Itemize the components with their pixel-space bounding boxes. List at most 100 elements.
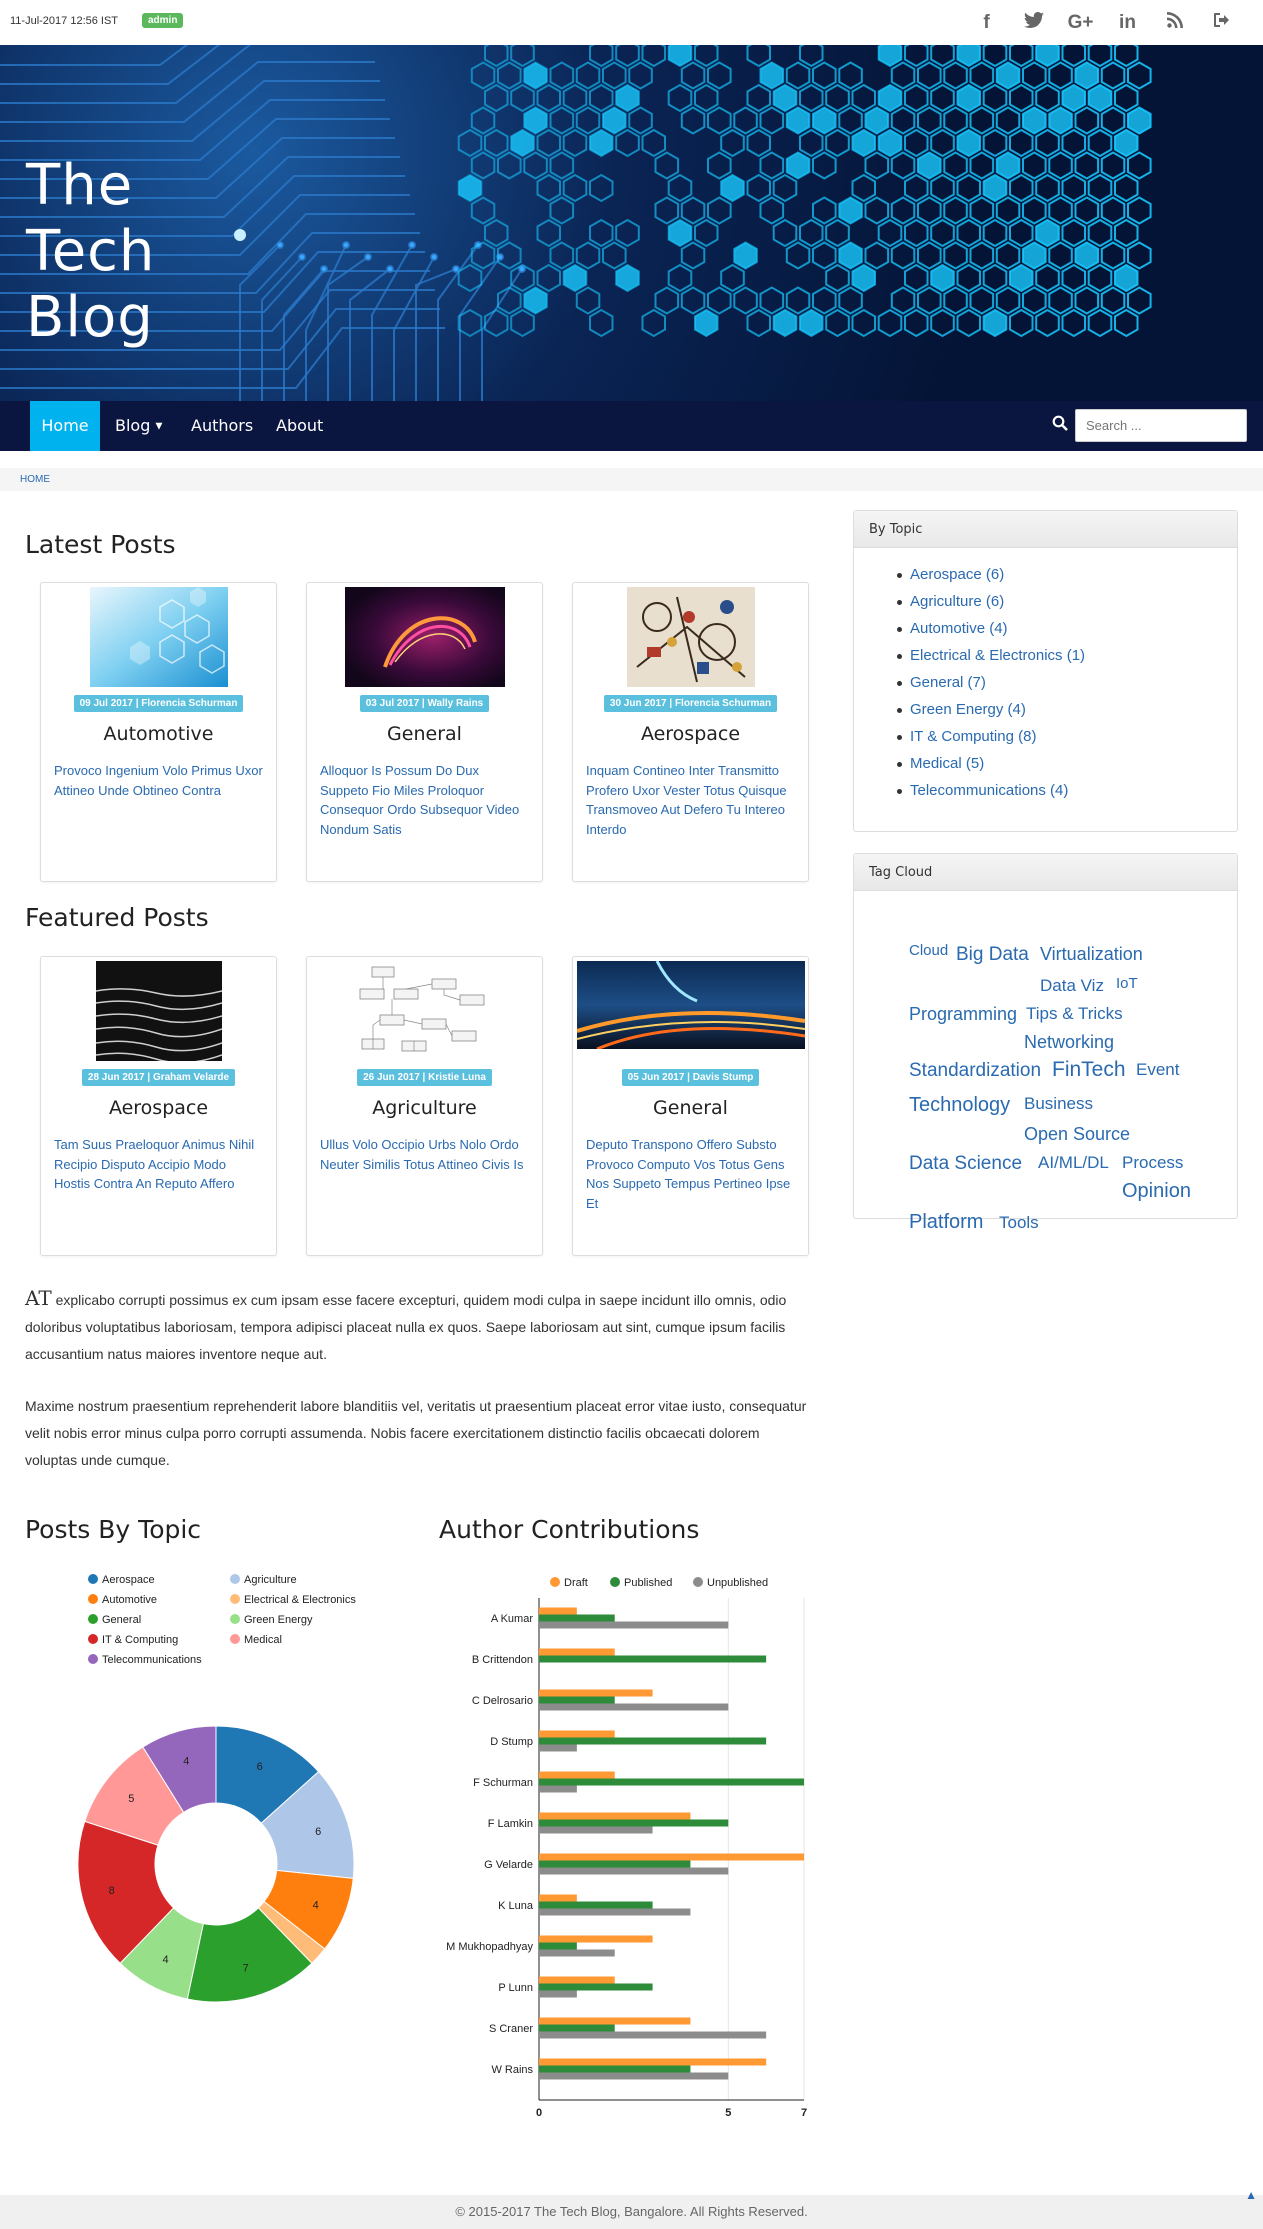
- legend-swatch: [88, 1634, 98, 1644]
- post-card[interactable]: 26 Jun 2017 | Kristie Luna Agriculture U…: [306, 956, 543, 1256]
- y-tick-label: W Rains: [491, 2064, 533, 2076]
- post-category[interactable]: Aerospace: [573, 723, 808, 745]
- by-topic-panel: By Topic Aerospace (6) Agriculture (6) A…: [853, 510, 1238, 832]
- x-tick-label: 7: [801, 2107, 807, 2119]
- post-title-link[interactable]: Tam Suus Praeloquor Animus Nihil Recipio…: [54, 1135, 264, 1194]
- tag-link[interactable]: Virtualization: [1040, 944, 1143, 965]
- tag-link[interactable]: Business: [1024, 1094, 1093, 1114]
- tag-link[interactable]: Tools: [999, 1213, 1039, 1233]
- topic-link[interactable]: Telecommunications (4): [910, 782, 1237, 809]
- tag-link[interactable]: Open Source: [1024, 1124, 1130, 1145]
- slice-label: 6: [315, 1826, 321, 1838]
- tag-link[interactable]: Programming: [909, 1004, 1017, 1025]
- legend-swatch: [610, 1577, 620, 1587]
- post-card[interactable]: 03 Jul 2017 | Wally Rains General Alloqu…: [306, 582, 543, 882]
- legend-label: General: [102, 1614, 141, 1626]
- post-thumbnail[interactable]: [90, 587, 228, 687]
- nav-authors[interactable]: Authors: [191, 401, 253, 451]
- post-thumbnail[interactable]: [345, 587, 505, 687]
- topic-link[interactable]: Green Energy (4): [910, 701, 1237, 728]
- tag-link[interactable]: AI/ML/DL: [1038, 1153, 1109, 1173]
- tag-link[interactable]: Cloud: [909, 942, 948, 959]
- topic-link[interactable]: General (7): [910, 674, 1237, 701]
- slice-label: 8: [109, 1885, 115, 1897]
- post-card[interactable]: 30 Jun 2017 | Florencia Schurman Aerospa…: [572, 582, 809, 882]
- tag-link[interactable]: Networking: [1024, 1032, 1114, 1053]
- post-title-link[interactable]: Ullus Volo Occipio Urbs Nolo Ordo Neuter…: [320, 1135, 530, 1174]
- tag-link[interactable]: Opinion: [1122, 1180, 1191, 1203]
- post-thumbnail[interactable]: [96, 961, 222, 1061]
- post-category[interactable]: Automotive: [41, 723, 276, 745]
- tag-link[interactable]: Data Science: [909, 1153, 1022, 1175]
- topic-link[interactable]: Medical (5): [910, 755, 1237, 782]
- post-title-link[interactable]: Inquam Contineo Inter Transmitto Profero…: [586, 761, 796, 839]
- google-plus-icon[interactable]: G+: [1057, 8, 1104, 38]
- bar: [539, 1786, 577, 1793]
- topic-list: Aerospace (6) Agriculture (6) Automotive…: [854, 548, 1237, 809]
- post-thumbnail[interactable]: [627, 587, 755, 687]
- linkedin-icon[interactable]: in: [1104, 8, 1151, 38]
- bar: [539, 1861, 690, 1868]
- breadcrumb-home[interactable]: HOME: [20, 474, 50, 485]
- tag-link[interactable]: Big Data: [956, 944, 1029, 966]
- tag-link[interactable]: Tips & Tricks: [1026, 1004, 1123, 1024]
- nav-about[interactable]: About: [276, 401, 323, 451]
- post-meta: 28 Jun 2017 | Graham Velarde: [41, 1067, 276, 1086]
- bar: [539, 1977, 615, 1984]
- slice-label: 5: [128, 1793, 134, 1805]
- post-category[interactable]: Agriculture: [307, 1097, 542, 1119]
- legend-swatch: [230, 1614, 240, 1624]
- topic-link[interactable]: Electrical & Electronics (1): [910, 647, 1237, 674]
- post-title-link[interactable]: Deputo Transpono Offero Substo Provoco C…: [586, 1135, 796, 1213]
- y-tick-label: A Kumar: [491, 1613, 534, 1625]
- tag-link[interactable]: FinTech: [1052, 1058, 1126, 1082]
- tag-link[interactable]: Process: [1122, 1153, 1183, 1173]
- post-thumbnail[interactable]: [352, 961, 498, 1061]
- footer: © 2015-2017 The Tech Blog, Bangalore. Al…: [0, 2195, 1263, 2229]
- topic-link[interactable]: Agriculture (6): [910, 593, 1237, 620]
- legend-label: Draft: [564, 1577, 588, 1589]
- author-contributions-heading: Author Contributions: [439, 1515, 699, 1544]
- bar: [539, 2025, 615, 2032]
- topic-link[interactable]: IT & Computing (8): [910, 728, 1237, 755]
- nav-home[interactable]: Home: [30, 401, 100, 451]
- slice-label: 7: [243, 1962, 249, 1974]
- tag-link[interactable]: IoT: [1116, 975, 1138, 992]
- topic-link[interactable]: Automotive (4): [910, 620, 1237, 647]
- x-tick-label: 5: [725, 2107, 731, 2119]
- site-title[interactable]: The Tech Blog: [26, 153, 226, 351]
- tag-link[interactable]: Data Viz: [1040, 976, 1104, 996]
- tag-link[interactable]: Technology: [909, 1094, 1010, 1117]
- y-tick-label: S Craner: [489, 2023, 533, 2035]
- legend-label: Unpublished: [707, 1577, 768, 1589]
- rss-icon[interactable]: [1151, 8, 1198, 38]
- bar: [539, 1813, 690, 1820]
- user-badge[interactable]: admin: [142, 13, 183, 28]
- sign-out-icon[interactable]: [1198, 8, 1245, 38]
- post-card[interactable]: 28 Jun 2017 | Graham Velarde Aerospace T…: [40, 956, 277, 1256]
- tag-link[interactable]: Standardization: [909, 1060, 1041, 1082]
- twitter-icon[interactable]: [1010, 8, 1057, 38]
- post-category[interactable]: General: [307, 723, 542, 745]
- nav-blog[interactable]: Blog ▼: [115, 401, 162, 451]
- post-category[interactable]: Aerospace: [41, 1097, 276, 1119]
- topic-link[interactable]: Aerospace (6): [910, 566, 1237, 593]
- bar: [539, 1649, 615, 1656]
- tag-link[interactable]: Platform: [909, 1211, 983, 1234]
- post-title-link[interactable]: Provoco Ingenium Volo Primus Uxor Attine…: [54, 761, 264, 800]
- post-category[interactable]: General: [573, 1097, 808, 1119]
- x-tick-label: 0: [536, 2107, 542, 2119]
- post-thumbnail[interactable]: [577, 961, 805, 1049]
- latest-posts-heading: Latest Posts: [25, 530, 176, 559]
- bar: [539, 1936, 653, 1943]
- social-links: f G+ in: [963, 8, 1245, 38]
- scroll-top-icon[interactable]: ▲: [1245, 2188, 1257, 2202]
- post-card[interactable]: 05 Jun 2017 | Davis Stump General Deputo…: [572, 956, 809, 1256]
- post-card[interactable]: 09 Jul 2017 | Florencia Schurman Automot…: [40, 582, 277, 882]
- legend-swatch: [88, 1654, 98, 1664]
- search-input[interactable]: [1075, 409, 1247, 442]
- tag-link[interactable]: Event: [1136, 1060, 1179, 1080]
- legend-swatch: [88, 1574, 98, 1584]
- post-title-link[interactable]: Alloquor Is Possum Do Dux Suppeto Fio Mi…: [320, 761, 530, 839]
- facebook-icon[interactable]: f: [963, 8, 1010, 38]
